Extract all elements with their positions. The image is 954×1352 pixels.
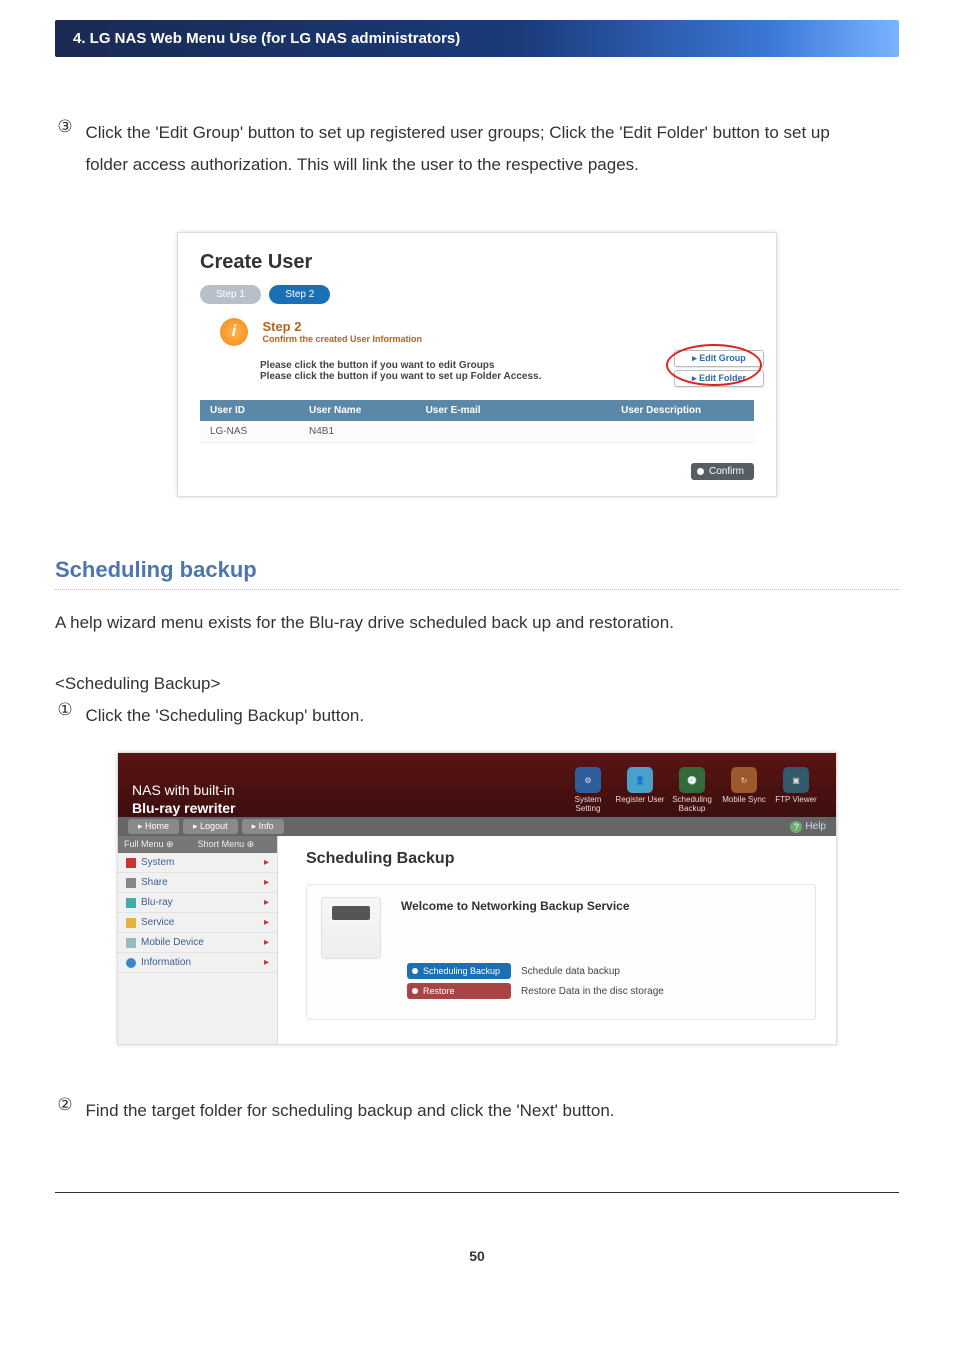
full-menu-toggle[interactable]: Full Menu ⊕	[124, 839, 174, 850]
sidebar-item-service[interactable]: Service▸	[118, 913, 277, 933]
tab-info[interactable]: ▸ Info	[242, 819, 284, 834]
chevron-right-icon: ▸	[264, 937, 269, 948]
col-user-email: User E-mail	[416, 400, 612, 421]
chevron-right-icon: ▸	[264, 857, 269, 868]
sidebar-menu-switch: Full Menu ⊕ Short Menu ⊕	[118, 836, 277, 853]
system-icon	[126, 858, 136, 868]
col-user-name: User Name	[299, 400, 416, 421]
icon-ftp-viewer[interactable]: ▣FTP Viewer	[770, 767, 822, 813]
info-icon: i	[220, 318, 248, 346]
welcome-panel: Welcome to Networking Backup Service Sch…	[306, 884, 816, 1020]
bluray-icon	[126, 898, 136, 908]
step2-heading: Step 2	[262, 319, 422, 334]
panel-title: Scheduling Backup	[306, 850, 816, 868]
welcome-text: Welcome to Networking Backup Service	[401, 899, 801, 913]
screenshot-scheduling-backup: NAS with built-in Blu-ray rewriter ⚙Syst…	[117, 752, 837, 1045]
info-icon	[126, 958, 136, 968]
sidebar-item-mobile-device[interactable]: Mobile Device▸	[118, 933, 277, 953]
section-subhead: <Scheduling Backup>	[55, 674, 899, 694]
brand-line1: NAS with built-in	[132, 782, 235, 800]
service-icon	[126, 918, 136, 928]
instruction-lines: Please click the button if you want to e…	[260, 360, 754, 382]
sidebar-item-information[interactable]: Information▸	[118, 953, 277, 973]
step-number: ①	[55, 700, 75, 720]
restore-desc: Restore Data in the disc storage	[521, 986, 664, 997]
chevron-right-icon: ▸	[264, 957, 269, 968]
sidebar-item-bluray[interactable]: Blu-ray▸	[118, 893, 277, 913]
tab-bar: ▸ Home ▸ Logout ▸ Info ?Help	[118, 817, 836, 836]
section-intro: A help wizard menu exists for the Blu-ra…	[55, 608, 899, 639]
tab-home[interactable]: ▸ Home	[128, 819, 179, 834]
sidebar-item-system[interactable]: System▸	[118, 853, 277, 873]
sync-icon: ↻	[731, 767, 757, 793]
step-text: Find the target folder for scheduling ba…	[85, 1095, 875, 1127]
user-table-header: User ID User Name User E-mail User Descr…	[200, 400, 754, 421]
footer-rule	[55, 1192, 899, 1193]
instruction-step-3: ③ Click the 'Edit Group' button to set u…	[55, 117, 899, 182]
screenshot-create-user: Create User Step 1 Step 2 i Step 2 Confi…	[177, 232, 777, 497]
section-title-scheduling-backup: Scheduling backup	[55, 557, 899, 590]
main-panel: Scheduling Backup Welcome to Networking …	[278, 836, 836, 1044]
mobile-icon	[126, 938, 136, 948]
confirm-button[interactable]: Confirm	[691, 463, 754, 480]
step-number: ③	[55, 117, 75, 137]
help-link[interactable]: ?Help	[790, 821, 826, 833]
chevron-right-icon: ▸	[264, 877, 269, 888]
chapter-header: 4. LG NAS Web Menu Use (for LG NAS admin…	[55, 20, 899, 57]
sidebar-item-share[interactable]: Share▸	[118, 873, 277, 893]
sidebar: Full Menu ⊕ Short Menu ⊕ System▸ Share▸ …	[118, 836, 278, 1044]
gear-icon: ⚙	[575, 767, 601, 793]
icon-mobile-sync[interactable]: ↻Mobile Sync	[718, 767, 770, 813]
instruction-step-1b: ① Click the 'Scheduling Backup' button.	[55, 700, 899, 732]
step2-header-row: i Step 2 Confirm the created User Inform…	[220, 318, 754, 346]
cell-user-description	[611, 421, 754, 442]
col-user-id: User ID	[200, 400, 299, 421]
tab-logout[interactable]: ▸ Logout	[183, 819, 238, 834]
scheduling-backup-button[interactable]: Scheduling Backup	[407, 963, 511, 979]
app-header: NAS with built-in Blu-ray rewriter ⚙Syst…	[118, 753, 836, 817]
edit-buttons-group: ▸ Edit Group ▸ Edit Folder	[674, 350, 764, 390]
restore-button[interactable]: Restore	[407, 983, 511, 999]
edit-folder-button[interactable]: ▸ Edit Folder	[674, 370, 764, 387]
ftp-icon: ▣	[783, 767, 809, 793]
step1-pill[interactable]: Step 1	[200, 285, 261, 304]
edit-group-button[interactable]: ▸ Edit Group	[674, 350, 764, 367]
col-user-description: User Description	[611, 400, 754, 421]
clock-icon: 🕘	[679, 767, 705, 793]
short-menu-toggle[interactable]: Short Menu ⊕	[198, 839, 255, 850]
icon-register-user[interactable]: 👤Register User	[614, 767, 666, 813]
cell-user-email	[416, 421, 612, 442]
step-number: ②	[55, 1095, 75, 1115]
quick-icons: ⚙System Setting 👤Register User 🕘Scheduli…	[562, 767, 822, 817]
user-table-row: LG-NAS N4B1	[200, 421, 754, 443]
chevron-right-icon: ▸	[264, 917, 269, 928]
cell-user-id: LG-NAS	[200, 421, 299, 442]
brand-line2: Blu-ray rewriter	[132, 800, 235, 818]
page: 4. LG NAS Web Menu Use (for LG NAS admin…	[0, 0, 954, 1294]
user-icon: 👤	[627, 767, 653, 793]
instruction-step-2b: ② Find the target folder for scheduling …	[55, 1095, 899, 1127]
chevron-right-icon: ▸	[264, 897, 269, 908]
page-number: 50	[55, 1248, 899, 1264]
cell-user-name: N4B1	[299, 421, 416, 442]
brand: NAS with built-in Blu-ray rewriter	[132, 782, 235, 817]
scheduling-backup-desc: Schedule data backup	[521, 966, 620, 977]
step2-pill[interactable]: Step 2	[269, 285, 330, 304]
help-icon: ?	[790, 821, 802, 833]
icon-system-setting[interactable]: ⚙System Setting	[562, 767, 614, 813]
create-user-title: Create User	[200, 251, 754, 274]
share-icon	[126, 878, 136, 888]
step2-subheading: Confirm the created User Information	[262, 334, 422, 344]
step-text: Click the 'Edit Group' button to set up …	[85, 117, 875, 182]
icon-scheduling-backup[interactable]: 🕘Scheduling Backup	[666, 767, 718, 813]
drive-icon	[321, 897, 381, 959]
step-text: Click the 'Scheduling Backup' button.	[85, 700, 875, 732]
